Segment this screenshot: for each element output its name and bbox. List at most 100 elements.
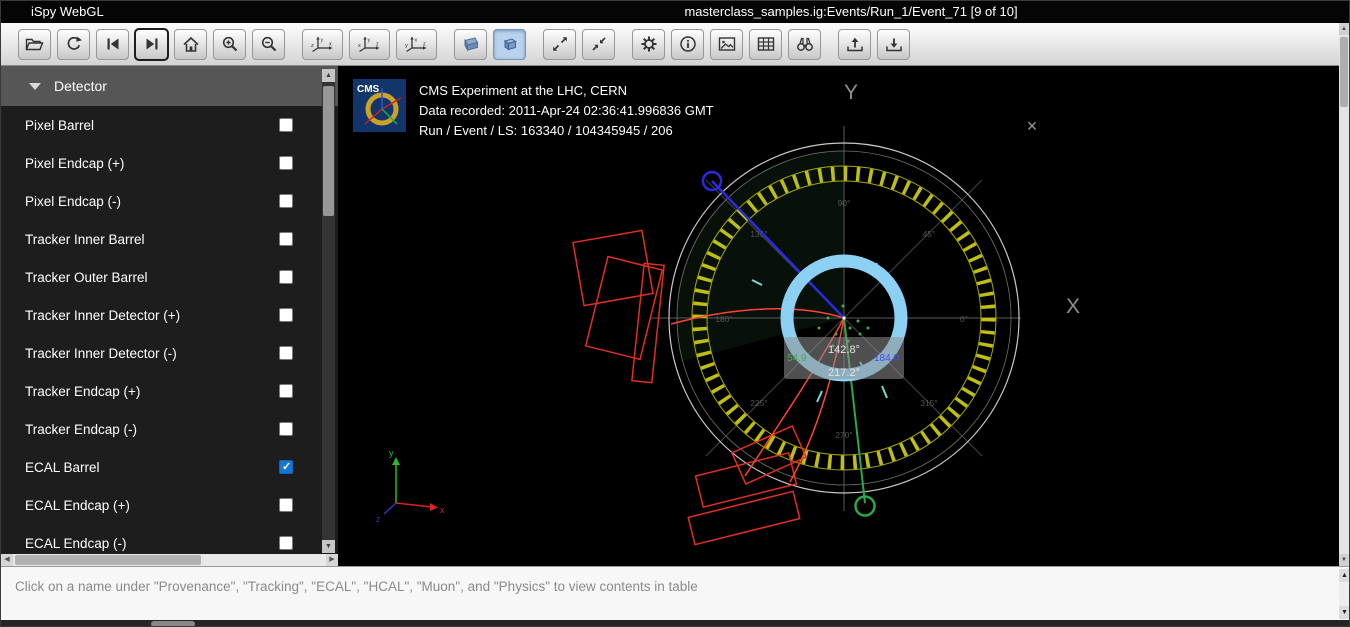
- bottom-panel-scrollbar[interactable]: ▲ ▼: [1339, 569, 1350, 619]
- sidebar-header-label: Detector: [54, 78, 107, 94]
- checkbox[interactable]: [279, 384, 293, 398]
- table-icon: [757, 36, 775, 52]
- sidebar-item-tracker-inner-detector-plus[interactable]: Tracker Inner Detector (+): [1, 296, 338, 334]
- scroll-right-arrow[interactable]: ▶: [326, 554, 338, 566]
- sidebar-item-ecal-barrel[interactable]: ECAL Barrel: [1, 448, 338, 486]
- open-file-button[interactable]: [18, 29, 51, 60]
- sidebar-item-tracker-outer-barrel[interactable]: Tracker Outer Barrel: [1, 258, 338, 296]
- gizmo-z-label: z: [376, 514, 381, 524]
- import-button[interactable]: [838, 29, 871, 60]
- event-display-viewport[interactable]: 0° 45° 90° 135° 180° 225° 270° 315°: [338, 66, 1342, 566]
- info-button[interactable]: [671, 29, 704, 60]
- next-event-button[interactable]: [135, 29, 168, 60]
- sidebar-item-pixel-endcap-plus[interactable]: Pixel Endcap (+): [1, 144, 338, 182]
- beam-spot: [842, 316, 845, 319]
- sidebar-item-ecal-endcap-plus[interactable]: ECAL Endcap (+): [1, 486, 338, 524]
- zoom-out-button[interactable]: [252, 29, 285, 60]
- svg-text:x: x: [329, 42, 332, 48]
- scroll-down-arrow[interactable]: ▼: [322, 540, 335, 553]
- checkbox[interactable]: [279, 536, 293, 550]
- checkbox[interactable]: [279, 270, 293, 284]
- sidebar-item-label: Tracker Endcap (-): [25, 422, 137, 437]
- sidebar-item-tracker-endcap-minus[interactable]: Tracker Endcap (-): [1, 410, 338, 448]
- svg-text:y: y: [405, 43, 408, 49]
- app-title: iSpy WebGL: [31, 4, 104, 19]
- sidebar-horizontal-scrollbar[interactable]: ◀ ▶: [1, 554, 338, 566]
- gizmo-x-label: x: [440, 505, 445, 515]
- sidebar-item-tracker-inner-barrel[interactable]: Tracker Inner Barrel: [1, 220, 338, 258]
- browse-button[interactable]: [788, 29, 821, 60]
- checkbox[interactable]: [279, 498, 293, 512]
- detector-sidebar: Detector Pixel Barrel Pixel Endcap (+) P…: [1, 66, 338, 566]
- svg-text:z: z: [423, 42, 426, 48]
- view-axes-2-button[interactable]: yzx: [349, 29, 390, 60]
- refresh-icon: [65, 35, 83, 53]
- svg-text:180°: 180°: [715, 314, 733, 324]
- shrink-button[interactable]: [582, 29, 615, 60]
- sidebar-item-label: Tracker Inner Detector (-): [25, 346, 177, 361]
- enlarge-button[interactable]: [543, 29, 576, 60]
- screenshot-button[interactable]: [710, 29, 743, 60]
- orthographic-cube-icon: [501, 35, 519, 53]
- scroll-left-arrow[interactable]: ◀: [1, 554, 13, 566]
- sidebar-item-tracker-inner-detector-minus[interactable]: Tracker Inner Detector (-): [1, 334, 338, 372]
- checkbox[interactable]: [279, 422, 293, 436]
- table-hint-panel: Click on a name under "Provenance", "Tra…: [1, 566, 1350, 620]
- angle-bottom-value: 217.2°: [828, 367, 860, 379]
- event-display[interactable]: 0° 45° 90° 135° 180° 225° 270° 315°: [338, 66, 1342, 566]
- main-vertical-scrollbar[interactable]: ▲ ▼: [1339, 23, 1349, 566]
- orthographic-camera-button[interactable]: [493, 29, 526, 60]
- gizmo-y-label: y: [389, 448, 394, 458]
- svg-text:z: z: [376, 42, 379, 48]
- scrollbar-thumb[interactable]: [1340, 37, 1348, 107]
- page-horizontal-scrollbar[interactable]: [1, 620, 1350, 627]
- sidebar-vertical-scrollbar[interactable]: ▲ ▼: [322, 69, 335, 553]
- tables-button[interactable]: [749, 29, 782, 60]
- checkbox[interactable]: [279, 194, 293, 208]
- contract-arrows-icon: [590, 35, 608, 53]
- sidebar-header-detector[interactable]: Detector: [1, 66, 338, 106]
- sidebar-item-pixel-barrel[interactable]: Pixel Barrel: [1, 106, 338, 144]
- zoom-in-button[interactable]: [213, 29, 246, 60]
- green-measure-value: 54.9: [787, 353, 807, 364]
- content-area: Detector Pixel Barrel Pixel Endcap (+) P…: [1, 66, 1350, 566]
- checkbox[interactable]: [279, 232, 293, 246]
- scroll-up-arrow[interactable]: ▲: [1339, 569, 1350, 582]
- scrollbar-thumb[interactable]: [15, 555, 201, 565]
- previous-event-button[interactable]: [96, 29, 129, 60]
- view-axes-1-button[interactable]: yxz: [302, 29, 343, 60]
- sidebar-item-label: ECAL Endcap (+): [25, 498, 130, 513]
- checkbox[interactable]: [279, 346, 293, 360]
- checkbox[interactable]: [279, 460, 293, 474]
- reload-button[interactable]: [57, 29, 90, 60]
- checkbox[interactable]: [279, 156, 293, 170]
- gear-icon: [640, 35, 658, 53]
- svg-text:y: y: [320, 38, 323, 44]
- checkbox[interactable]: [279, 308, 293, 322]
- event-path: masterclass_samples.ig:Events/Run_1/Even…: [684, 4, 1017, 19]
- home-icon: [182, 36, 200, 53]
- export-button[interactable]: [877, 29, 910, 60]
- svg-text:0°: 0°: [960, 314, 968, 324]
- info-icon: [679, 35, 697, 53]
- scroll-up-arrow[interactable]: ▲: [322, 69, 335, 82]
- scroll-down-arrow[interactable]: ▼: [1339, 554, 1349, 566]
- scroll-down-arrow[interactable]: ▼: [1339, 606, 1350, 619]
- x-axis-label: X: [1066, 295, 1080, 318]
- home-view-button[interactable]: [174, 29, 207, 60]
- angle-top-value: 142.8°: [828, 344, 860, 356]
- close-icon[interactable]: ×: [1022, 116, 1042, 136]
- settings-button[interactable]: [632, 29, 665, 60]
- sidebar-item-label: Tracker Endcap (+): [25, 384, 140, 399]
- scrollbar-thumb[interactable]: [151, 621, 195, 627]
- sidebar-item-pixel-endcap-minus[interactable]: Pixel Endcap (-): [1, 182, 338, 220]
- orientation-axes: y x z: [376, 448, 445, 524]
- checkbox[interactable]: [279, 118, 293, 132]
- sidebar-item-tracker-endcap-plus[interactable]: Tracker Endcap (+): [1, 372, 338, 410]
- perspective-camera-button[interactable]: [454, 29, 487, 60]
- scrollbar-thumb[interactable]: [323, 86, 334, 216]
- view-axes-3-button[interactable]: xzy: [396, 29, 437, 60]
- cms-logo: CMS: [353, 79, 406, 132]
- scroll-up-arrow[interactable]: ▲: [1339, 23, 1349, 35]
- axes-icon: xzy: [404, 35, 430, 53]
